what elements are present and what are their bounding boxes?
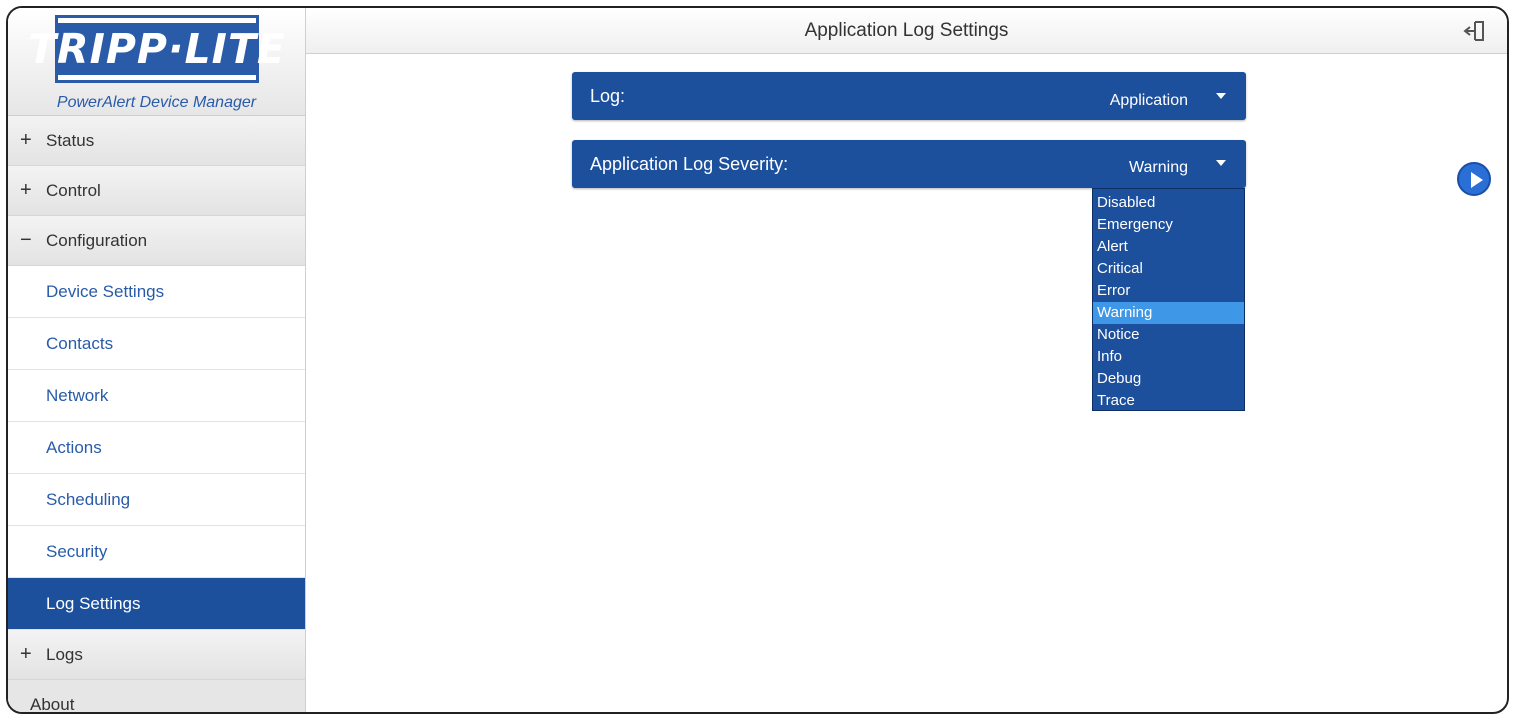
chevron-down-icon (1216, 93, 1226, 99)
sidebar-item-label: Configuration (46, 230, 148, 250)
option-alert[interactable]: Alert (1093, 236, 1244, 258)
brand-subtitle: PowerAlert Device Manager (56, 94, 257, 111)
logo-area: TRIPP·LITE PowerAlert Device Manager (8, 8, 305, 116)
severity-select[interactable]: Application Log Severity: Warning (572, 140, 1246, 188)
page-header: Application Log Settings (306, 8, 1507, 54)
sidebar-item-label: Status (46, 130, 95, 150)
expand-icon: + (20, 179, 32, 201)
sidebar-item-about[interactable]: About (8, 680, 305, 712)
play-circle-icon[interactable] (1457, 162, 1491, 196)
sidebar-item-contacts[interactable]: Contacts (8, 318, 305, 370)
option-disabled[interactable]: Disabled (1093, 192, 1244, 214)
sidebar-item-actions[interactable]: Actions (8, 422, 305, 474)
collapse-icon: − (20, 229, 32, 251)
log-label: Log: (590, 86, 626, 106)
option-notice[interactable]: Notice (1093, 324, 1244, 346)
option-debug[interactable]: Debug (1093, 368, 1244, 390)
severity-label: Application Log Severity: (590, 154, 789, 174)
sidebar-item-security[interactable]: Security (8, 526, 305, 578)
sidebar-item-label: Control (46, 180, 101, 200)
severity-dropdown-list: Disabled Emergency Alert Critical Error … (1092, 188, 1245, 411)
sidebar-item-device-settings[interactable]: Device Settings (8, 266, 305, 318)
sidebar: TRIPP·LITE PowerAlert Device Manager + S… (8, 8, 306, 712)
sidebar-item-log-settings[interactable]: Log Settings (8, 578, 305, 630)
sidebar-item-network[interactable]: Network (8, 370, 305, 422)
app-window: TRIPP·LITE PowerAlert Device Manager + S… (6, 6, 1509, 714)
expand-icon: + (20, 129, 32, 151)
sidebar-item-configuration[interactable]: − Configuration (8, 216, 305, 266)
option-warning[interactable]: Warning (1093, 302, 1244, 324)
sidebar-item-logs[interactable]: + Logs (8, 630, 305, 680)
option-info[interactable]: Info (1093, 346, 1244, 368)
log-select[interactable]: Log: Application (572, 72, 1246, 120)
page-title: Application Log Settings (804, 19, 1009, 41)
expand-icon: + (20, 643, 32, 665)
sidebar-item-label: Logs (46, 644, 83, 664)
logout-icon[interactable] (1459, 18, 1487, 44)
sidebar-item-scheduling[interactable]: Scheduling (8, 474, 305, 526)
option-emergency[interactable]: Emergency (1093, 214, 1244, 236)
brand-logo: TRIPP·LITE (28, 18, 285, 80)
chevron-down-icon (1216, 160, 1226, 166)
sidebar-item-control[interactable]: + Control (8, 166, 305, 216)
sidebar-item-status[interactable]: + Status (8, 116, 305, 166)
option-error[interactable]: Error (1093, 280, 1244, 302)
option-critical[interactable]: Critical (1093, 258, 1244, 280)
log-value: Application (1109, 92, 1188, 109)
option-trace[interactable]: Trace (1093, 390, 1244, 412)
severity-value: Warning (1129, 159, 1188, 176)
